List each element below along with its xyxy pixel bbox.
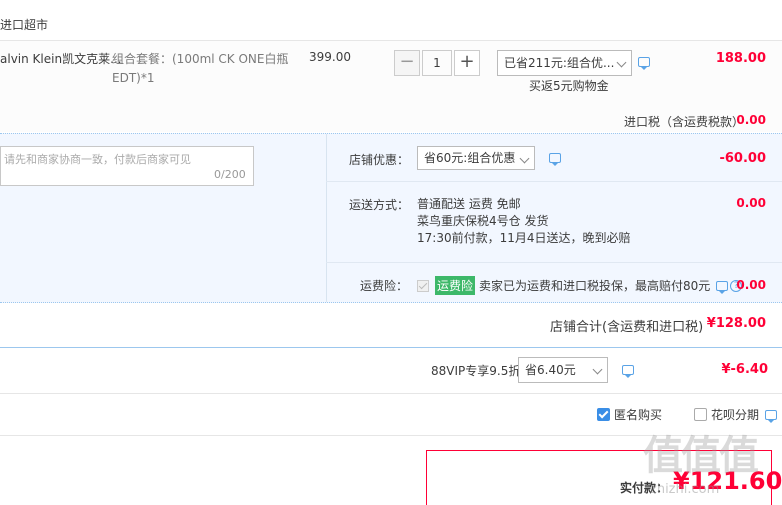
chat-icon[interactable]	[765, 409, 778, 423]
item-subtotal: 188.00	[715, 51, 766, 66]
shop-discount-label: 店铺优惠：	[349, 153, 410, 167]
qty-increase-button[interactable]: +	[454, 50, 480, 76]
promo-note: 买返5元购物金	[529, 79, 609, 93]
watermark-site: zhizhi.com	[650, 482, 720, 497]
import-tax-label: 进口税（含运费税款）	[624, 115, 745, 129]
store-total-label: 店铺合计(含运费和进口税)	[550, 320, 704, 335]
vip-discount-select[interactable]: 省6.40元	[518, 357, 608, 383]
quantity-stepper: − 1 +	[394, 50, 480, 76]
buyer-message-placeholder: 请先和商家协商一致，付款后商家可见	[4, 153, 191, 166]
vip-discount-label: 88VIP专享9.5折	[431, 364, 521, 378]
anonymous-label: 匿名购买	[614, 408, 663, 422]
chevron-down-icon	[616, 57, 627, 68]
vip-discount-value: ¥-6.40	[721, 362, 768, 377]
anonymous-option[interactable]: 匿名购买	[597, 406, 662, 423]
unit-price: 399.00	[309, 50, 351, 64]
item-promo-select[interactable]: 已省211元:组合优...	[497, 50, 632, 76]
qty-decrease-button[interactable]: −	[394, 50, 420, 76]
anonymous-checkbox[interactable]	[597, 408, 610, 421]
insurance-value: 0.00	[736, 278, 766, 292]
message-char-counter: 0/200	[214, 168, 246, 181]
chat-icon[interactable]	[716, 280, 729, 294]
row-divider	[326, 262, 782, 263]
shipping-warehouse: 菜鸟重庆保税4号仓 发货	[417, 214, 549, 228]
insurance-label: 运费险：	[360, 279, 409, 293]
insurance-badge: 运费险	[435, 276, 476, 295]
shipping-method: 普通配送 运费 免邮	[417, 197, 521, 211]
chevron-down-icon	[519, 153, 530, 164]
item-promo-select-value: 已省211元:组合优...	[504, 56, 615, 70]
qty-input[interactable]: 1	[422, 50, 452, 76]
import-tax-value: 0.00	[736, 113, 766, 127]
huabei-option[interactable]: 花呗分期	[694, 406, 778, 423]
chat-icon[interactable]	[549, 153, 561, 166]
row-divider	[326, 181, 782, 182]
chat-icon[interactable]	[638, 57, 650, 70]
insurance-row: 运费险 卖家已为运费和进口税投保，最高赔付80元 ?	[417, 276, 743, 295]
insurance-text: 卖家已为运费和进口税投保，最高赔付80元	[479, 279, 711, 293]
shipping-value: 0.00	[736, 196, 766, 210]
vip-discount-select-value: 省6.40元	[525, 363, 576, 377]
section-divider	[0, 347, 782, 348]
store-total-value: ¥128.00	[706, 316, 766, 331]
shipping-details: 普通配送 运费 免邮 菜鸟重庆保税4号仓 发货 17:30前付款，11月4日送达…	[417, 196, 631, 247]
shop-discount-select-value: 省60元:组合优惠	[424, 151, 516, 165]
huabei-checkbox[interactable]	[694, 408, 707, 421]
shop-discount-select[interactable]: 省60元:组合优惠	[417, 146, 535, 170]
shipping-label: 运送方式：	[349, 198, 410, 212]
product-name[interactable]: alvin Klein凯文克莱...	[0, 50, 122, 67]
store-name[interactable]: 进口超市	[0, 16, 48, 33]
insurance-checkbox	[417, 279, 429, 292]
product-sku: 组合套餐：(100ml CK ONE白瓶EDT)*1	[112, 52, 289, 85]
section-divider	[0, 393, 782, 394]
watermark-logo: 值值值	[643, 433, 759, 479]
huabei-label: 花呗分期	[711, 408, 760, 422]
shop-discount-value: -60.00	[719, 151, 766, 166]
panel-divider	[326, 134, 327, 302]
shipping-eta: 17:30前付款，11月4日送达，晚到必赔	[417, 231, 631, 245]
chat-icon[interactable]	[622, 365, 634, 378]
chevron-down-icon	[592, 364, 603, 375]
